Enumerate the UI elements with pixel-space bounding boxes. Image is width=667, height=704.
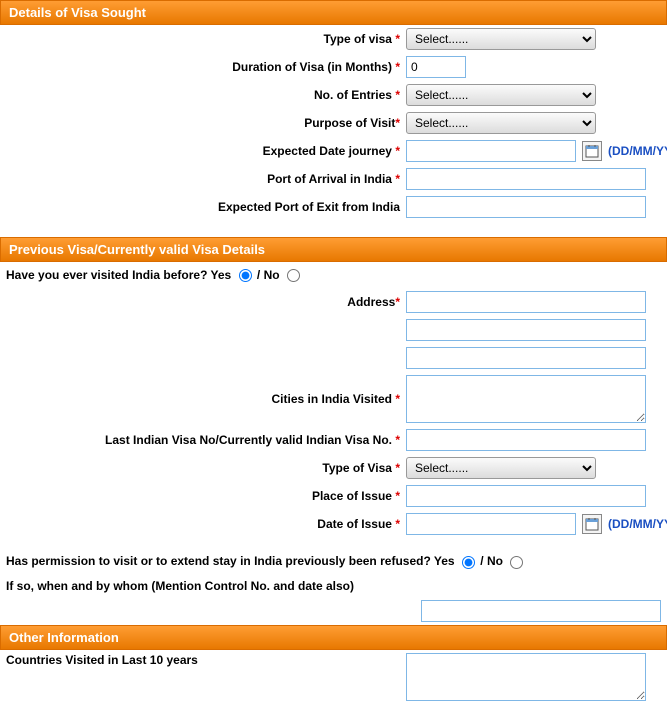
- visited-india-question: Have you ever visited India before? Yes …: [0, 262, 667, 288]
- label-last-visa-no: Last Indian Visa No/Currently valid Indi…: [6, 433, 406, 447]
- label-cities-visited: Cities in India Visited *: [6, 392, 406, 406]
- input-expected-date[interactable]: [406, 140, 576, 162]
- input-address-2[interactable]: [406, 319, 646, 341]
- section-header-visa-sought: Details of Visa Sought: [0, 0, 667, 25]
- label-port-exit: Expected Port of Exit from India: [6, 200, 406, 214]
- calendar-icon[interactable]: [582, 514, 602, 534]
- refused-question: Has permission to visit or to extend sta…: [0, 548, 667, 574]
- select-type-of-visa[interactable]: Select......: [406, 28, 596, 50]
- radio-refused-yes[interactable]: [462, 556, 475, 569]
- input-if-so-detail[interactable]: [421, 600, 661, 622]
- radio-visited-yes[interactable]: [239, 269, 252, 282]
- input-port-exit[interactable]: [406, 196, 646, 218]
- label-countries-visited: Countries Visited in Last 10 years: [6, 653, 406, 667]
- input-duration[interactable]: [406, 56, 466, 78]
- input-address-3[interactable]: [406, 347, 646, 369]
- label-if-so: If so, when and by whom (Mention Control…: [0, 575, 667, 597]
- label-prev-type-of-visa: Type of Visa *: [6, 461, 406, 475]
- label-date-of-issue: Date of Issue *: [6, 517, 406, 531]
- select-prev-type-of-visa[interactable]: Select......: [406, 457, 596, 479]
- calendar-icon[interactable]: [582, 141, 602, 161]
- input-date-of-issue[interactable]: [406, 513, 576, 535]
- select-purpose[interactable]: Select......: [406, 112, 596, 134]
- radio-refused-no[interactable]: [510, 556, 523, 569]
- label-purpose: Purpose of Visit*: [6, 116, 406, 130]
- label-place-of-issue: Place of Issue *: [6, 489, 406, 503]
- date-format-hint: (DD/MM/YYYY): [608, 517, 667, 531]
- label-duration: Duration of Visa (in Months) *: [6, 60, 406, 74]
- input-last-visa-no[interactable]: [406, 429, 646, 451]
- label-address: Address*: [6, 295, 406, 309]
- label-type-of-visa: Type of visa *: [6, 32, 406, 46]
- textarea-cities-visited[interactable]: [406, 375, 646, 423]
- input-address-1[interactable]: [406, 291, 646, 313]
- label-expected-date: Expected Date journey *: [6, 144, 406, 158]
- label-entries: No. of Entries *: [6, 88, 406, 102]
- date-format-hint: (DD/MM/YYYY): [608, 144, 667, 158]
- select-entries[interactable]: Select......: [406, 84, 596, 106]
- section-header-other-info: Other Information: [0, 625, 667, 650]
- section-header-previous-visa: Previous Visa/Currently valid Visa Detai…: [0, 237, 667, 262]
- label-port-arrival: Port of Arrival in India *: [6, 172, 406, 186]
- input-place-of-issue[interactable]: [406, 485, 646, 507]
- radio-visited-no[interactable]: [287, 269, 300, 282]
- input-port-arrival[interactable]: [406, 168, 646, 190]
- textarea-countries-visited[interactable]: [406, 653, 646, 701]
